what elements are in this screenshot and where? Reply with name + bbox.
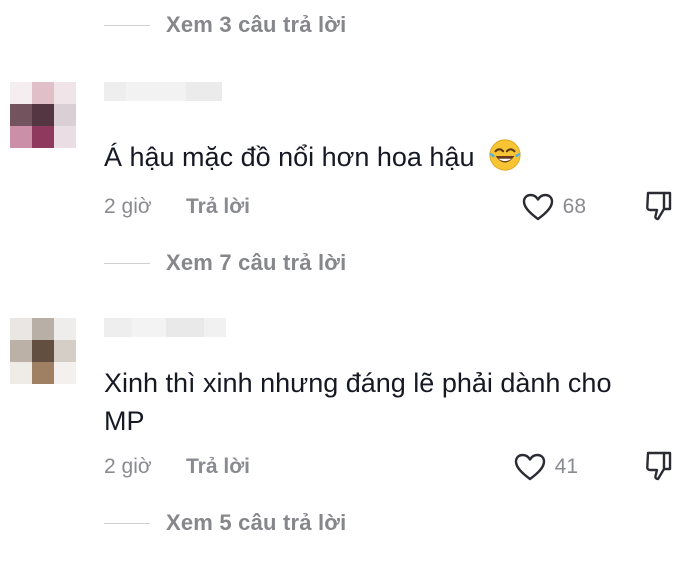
like-button[interactable]: 41 xyxy=(513,452,578,482)
comment-time: 2 giờ xyxy=(104,195,152,218)
view-replies-link[interactable]: Xem 3 câu trả lời xyxy=(104,10,346,40)
view-replies-label: Xem 7 câu trả lời xyxy=(166,250,347,275)
avatar[interactable] xyxy=(10,82,76,148)
view-replies-label: Xem 3 câu trả lời xyxy=(166,12,347,37)
comment-meta: 2 giờ Trả lời 68 xyxy=(104,191,684,222)
like-count: 68 xyxy=(562,195,586,218)
heart-outline-icon xyxy=(522,193,553,221)
comment-text: Á hậu mặc đồ nổi hơn hoa hậu xyxy=(104,138,664,176)
dislike-button[interactable] xyxy=(644,190,674,227)
comment-text-line: MP xyxy=(104,406,145,436)
reply-button[interactable]: Trả lời xyxy=(186,195,250,219)
comment-text-line: Xinh thì xinh nhưng đáng lẽ phải dành ch… xyxy=(104,368,612,398)
view-replies-link[interactable]: Xem 7 câu trả lời xyxy=(104,248,346,278)
thumbs-down-icon xyxy=(646,451,672,481)
comment-text-content: Á hậu mặc đồ nổi hơn hoa hậu xyxy=(104,142,475,172)
like-count: 41 xyxy=(554,455,578,478)
reply-button[interactable]: Trả lời xyxy=(186,455,250,479)
heart-outline-icon xyxy=(514,453,545,481)
divider-line xyxy=(104,522,150,524)
dislike-button[interactable] xyxy=(644,450,674,487)
username[interactable] xyxy=(104,318,226,356)
comment-meta: 2 giờ Trả lời 41 xyxy=(104,451,684,482)
laughing-tears-emoji xyxy=(488,139,522,171)
thumbs-down-icon xyxy=(646,191,672,221)
comment-time: 2 giờ xyxy=(104,455,152,478)
comment-text: Xinh thì xinh nhưng đáng lẽ phải dành ch… xyxy=(104,364,664,440)
like-button[interactable]: 68 xyxy=(521,192,586,222)
view-replies-label: Xem 5 câu trả lời xyxy=(166,510,347,535)
avatar[interactable] xyxy=(10,318,76,384)
view-replies-link[interactable]: Xem 5 câu trả lời xyxy=(104,508,346,538)
divider-line xyxy=(104,24,150,26)
username[interactable] xyxy=(104,82,222,120)
divider-line xyxy=(104,262,150,264)
